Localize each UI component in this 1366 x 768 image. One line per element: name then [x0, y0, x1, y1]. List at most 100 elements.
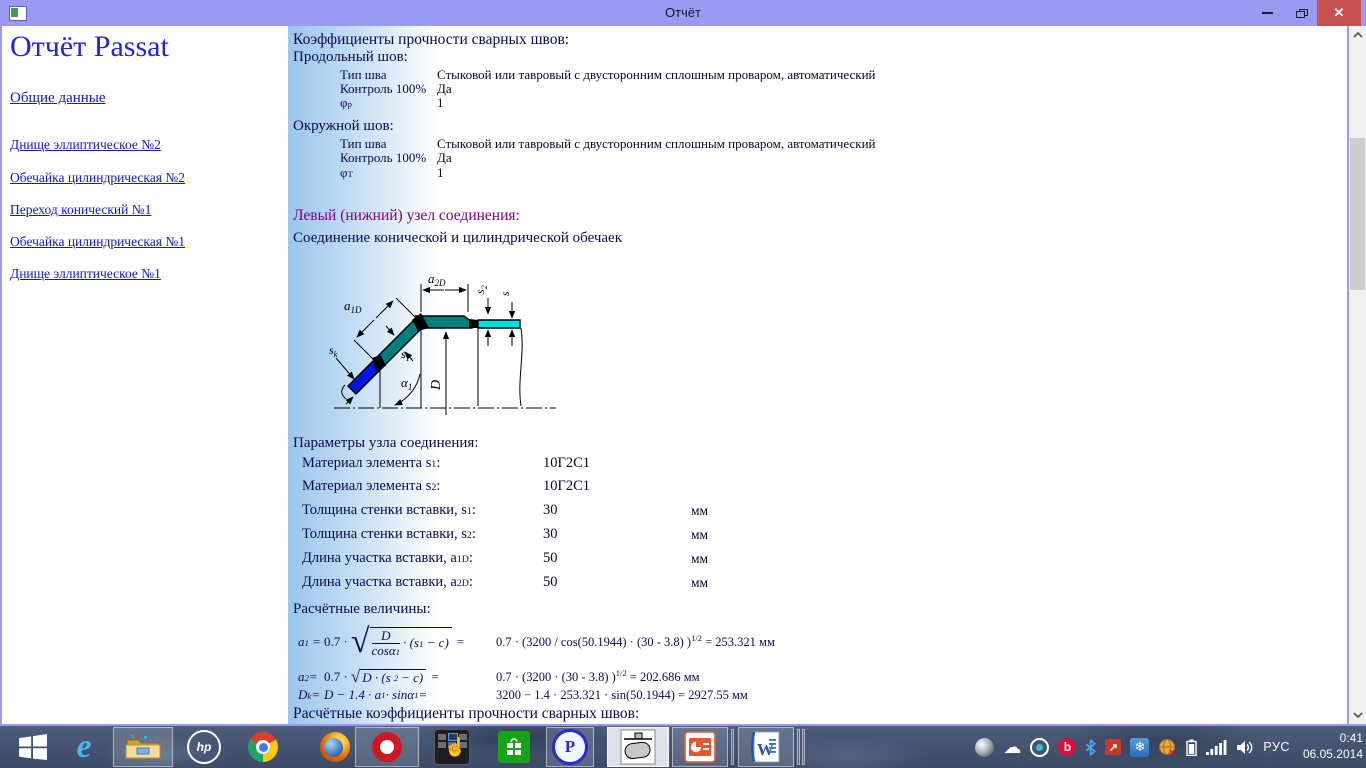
firefox-icon: [320, 732, 350, 762]
taskbar-item-hp[interactable]: hp: [182, 727, 226, 767]
word-icon: W: [751, 731, 780, 763]
globe-glyph: ✕: [1159, 738, 1177, 757]
scroll-up-button[interactable]: [1351, 28, 1364, 42]
alpha1-label: α1: [401, 375, 412, 392]
sidebar-title: Отчёт Passat: [10, 30, 169, 63]
close-button[interactable]: ✕: [1317, 0, 1361, 26]
word-stacked-window-edge[interactable]: [797, 729, 800, 765]
taskbar-item-chrome[interactable]: [240, 727, 286, 767]
formula-a1-result: 0.7 · (3200 / cos(50.1944) · (30 - 3.8) …: [496, 632, 775, 649]
weld-coefficients-heading: Коэффициенты прочности сварных швов:: [293, 31, 570, 48]
param-unit: мм: [691, 551, 709, 566]
param-value: 10Г2С1: [543, 478, 591, 494]
desktop: { "titlebar": {"title": "Отчёт", "close_…: [0, 0, 1366, 768]
battery-glyph: [1186, 739, 1198, 756]
formula-dk: Dk= D − 1.4 · a1 · sinα 1 = 3200 − 1.4 · …: [298, 686, 748, 704]
network-error-globe-icon[interactable]: ✕: [1158, 738, 1177, 757]
system-tray: ☁ b ↗ ❄ ✕ РУС 0:41 06.05.2014: [975, 726, 1363, 768]
formula-a2-lhs: a2=: [298, 669, 318, 684]
formula-a1-body: 0.7 · √ D cosα1 · (s1 − c) =: [324, 623, 465, 661]
a2d-label: a2D: [428, 271, 446, 288]
clock[interactable]: 0:41 06.05.2014: [1303, 731, 1363, 762]
param-value: 10Г2С1: [543, 455, 591, 471]
circumferential-seam-heading: Окружной шов:: [293, 118, 394, 134]
sidebar-link-general[interactable]: Общие данные: [10, 90, 106, 107]
param-label: Длина участка вставки, a1D:: [302, 550, 473, 566]
node-heading: Левый (нижний) узел соединения:: [293, 207, 520, 224]
language-indicator[interactable]: РУС: [1263, 740, 1290, 754]
bluetooth-icon[interactable]: [1085, 738, 1097, 756]
utility-swirl-icon[interactable]: [975, 737, 995, 757]
sidebar-link-shell2[interactable]: Обечайка цилиндрическая №2: [10, 170, 185, 186]
status-ring-icon[interactable]: [1030, 737, 1050, 757]
a1d-label: a1D: [344, 298, 362, 315]
taskbar-item-powerpoint[interactable]: [672, 727, 728, 767]
hand-pointer-glyph: ☝: [444, 737, 467, 757]
a2d-dimension: [420, 284, 469, 312]
sidebar-link-cone1[interactable]: Переход конический №1: [10, 202, 151, 218]
taskbar-item-internet-explorer[interactable]: e: [62, 727, 106, 767]
taskbar-item-word[interactable]: W: [738, 727, 794, 767]
control-value: Да: [437, 150, 452, 165]
snowflake-icon[interactable]: ❄: [1130, 737, 1150, 757]
formula-a2: a2= 0.7 · √ D · (s 2 − c) = 0.7 · (3200 ·…: [298, 667, 700, 687]
chevron-up-icon: [1352, 32, 1363, 38]
cloud-sync-icon[interactable]: ☁: [1003, 738, 1021, 756]
sk-leader-arrow: [335, 357, 355, 380]
sk-label: sk: [329, 343, 338, 359]
window-title: Отчёт: [664, 5, 702, 20]
window-titlebar[interactable]: Отчёт ✕: [0, 0, 1366, 26]
svg-text:W: W: [757, 740, 774, 759]
touch-keyboard-icon: ☝: [434, 729, 470, 765]
taskbar-item-file-explorer[interactable]: [113, 727, 173, 767]
phi-t-symbol: φТ: [340, 165, 353, 180]
send-arrow-icon[interactable]: ↗: [1105, 739, 1122, 755]
signal-strength-icon[interactable]: [1206, 739, 1227, 755]
tray-time: 0:41: [1339, 731, 1363, 746]
control-label: Контроль 100%: [340, 81, 427, 96]
hp-icon: hp: [187, 730, 221, 764]
volume-icon[interactable]: [1236, 740, 1254, 755]
powerpoint-stacked-window-edge[interactable]: [731, 729, 734, 765]
param-value: 50: [543, 574, 558, 590]
restore-glyph: [1295, 8, 1308, 18]
scroll-thumb[interactable]: [1350, 138, 1365, 290]
param-unit: мм: [691, 503, 709, 518]
param-value: 30: [543, 502, 558, 518]
vertical-scrollbar[interactable]: [1347, 26, 1366, 724]
bluetooth-glyph: [1086, 738, 1097, 756]
svg-text:✕: ✕: [1168, 748, 1176, 757]
params-heading: Параметры узла соединения:: [293, 435, 479, 451]
taskbar-item-report-active[interactable]: [607, 727, 669, 767]
start-button[interactable]: [8, 727, 58, 767]
phi-p-symbol: φр: [340, 95, 352, 110]
taskbar-item-firefox[interactable]: [312, 727, 358, 767]
restore-button[interactable]: [1286, 0, 1316, 26]
formula-a2-body: 0.7 · √ D · (s 2 − c) =: [324, 667, 439, 687]
node-subheading: Соединение конической и цилиндрической о…: [293, 230, 623, 246]
footer-heading: Расчётные коэффициенты прочности сварных…: [293, 705, 640, 722]
powerpoint-icon: [684, 731, 716, 763]
battery-icon[interactable]: [1186, 739, 1198, 756]
formula-a1-lhs: a1 =: [298, 634, 321, 649]
sidebar-link-head1[interactable]: Днище эллиптическое №1: [10, 266, 161, 282]
scroll-down-button[interactable]: [1351, 708, 1364, 722]
taskbar-item-touch-keyboard[interactable]: ☝: [430, 727, 474, 767]
radical-sign: √: [350, 667, 361, 687]
sidebar-link-shell1[interactable]: Обечайка цилиндрическая №1: [10, 234, 185, 250]
beats-audio-icon[interactable]: b: [1058, 738, 1077, 756]
formula-dk-lhs: Dk=: [298, 687, 321, 702]
param-label: Толщина стенки вставки, s2:: [302, 526, 476, 542]
sidebar-link-head2[interactable]: Днище эллиптическое №2: [10, 137, 161, 153]
cylinder-cyan-shell: [477, 319, 521, 329]
param-label: Толщина стенки вставки, s1:: [302, 502, 476, 518]
param-value: 30: [543, 526, 558, 542]
taskbar-item-passat[interactable]: P: [546, 727, 594, 767]
minimize-button[interactable]: [1252, 0, 1282, 26]
report-app-icon: [620, 729, 656, 765]
taskbar: e hp ☝ P W ☁ b ↗ ❄ ✕ РУС 0:41 06.05.2014: [0, 726, 1366, 768]
taskbar-item-opera[interactable]: [355, 727, 419, 767]
s-label: s: [498, 291, 512, 296]
word-stacked-window-edge[interactable]: [802, 729, 805, 765]
taskbar-item-windows-store[interactable]: [492, 727, 536, 767]
